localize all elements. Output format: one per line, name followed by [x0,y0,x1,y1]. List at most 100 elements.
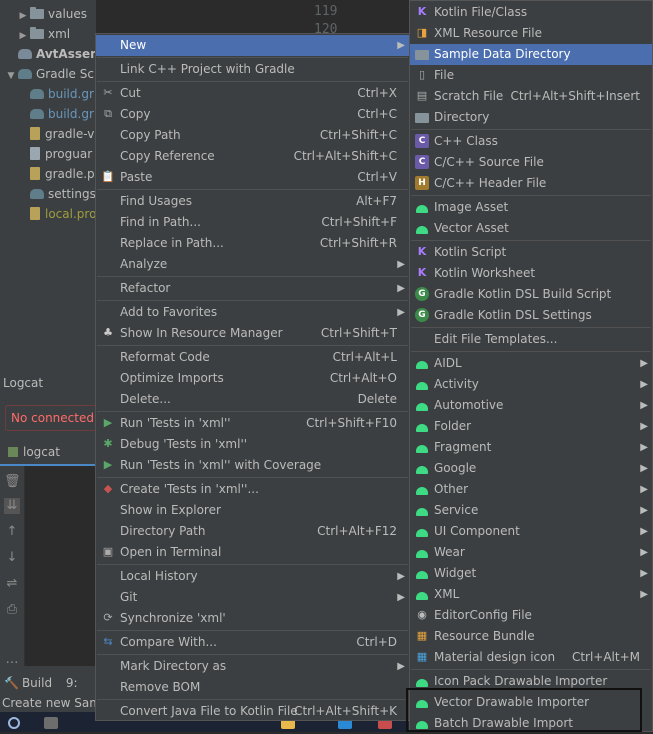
new-item-sample-data-directory[interactable]: Sample Data Directory [410,44,652,65]
menu-item-mark-directory-as[interactable]: Mark Directory as ▶ [96,656,409,677]
menu-item-copy[interactable]: ⧉ Copy Ctrl+C [96,104,409,125]
new-item-kotlin-worksheet[interactable]: K Kotlin Worksheet [410,263,652,284]
task-view-icon[interactable] [44,717,58,729]
android-icon [415,674,429,688]
menu-item-new[interactable]: New ▶ [96,35,409,56]
scratch-file-icon: ▤ [416,89,428,102]
new-item-ui-component[interactable]: UI Component ▶ [410,521,652,542]
menu-item-replace-in-path[interactable]: Replace in Path... Ctrl+Shift+R [96,233,409,254]
new-item-xml-resource-file[interactable]: ◨ XML Resource File [410,23,652,44]
tab-build[interactable]: Build [22,676,52,690]
menu-item-run-tests-in-xml-with-coverage[interactable]: ▶ Run 'Tests in 'xml'' with Coverage [96,455,409,476]
down-arrow-icon[interactable]: ↓ [4,550,20,566]
new-item-automotive[interactable]: Automotive ▶ [410,395,652,416]
new-item-kotlin-file-class[interactable]: K Kotlin File/Class [410,2,652,23]
print-icon[interactable]: ⎙ [4,602,20,618]
expand-icon[interactable]: ▶ [16,26,30,46]
menu-item-paste[interactable]: 📋 Paste Ctrl+V [96,167,409,188]
tree-item[interactable]: local.pro [30,204,96,224]
tree-item[interactable]: proguar [30,144,92,164]
tree-item[interactable]: AvtAssemb [4,44,96,64]
menu-item-open-in-terminal[interactable]: ▣ Open in Terminal [96,542,409,563]
new-item-google[interactable]: Google ▶ [410,458,652,479]
new-item-gradle-kotlin-dsl-settings[interactable]: G Gradle Kotlin DSL Settings [410,305,652,326]
new-item-vector-asset[interactable]: Vector Asset [410,218,652,239]
tree-item[interactable]: gradle.p [30,164,95,184]
new-item-aidl[interactable]: AIDL ▶ [410,353,652,374]
menu-item-label: Link C++ Project with Gradle [120,62,295,76]
tree-item[interactable]: ▼ Gradle Scrip [4,64,96,84]
tab-next[interactable]: 9: [66,676,78,690]
tree-item[interactable]: build.gr [30,84,94,104]
menu-item-remove-bom[interactable]: Remove BOM [96,677,409,698]
new-item-c-c-source-file[interactable]: C C/C++ Source File [410,152,652,173]
menu-item-reformat-code[interactable]: Reformat Code Ctrl+Alt+L [96,347,409,368]
menu-item-delete[interactable]: Delete... Delete [96,389,409,410]
menu-item-convert-java-file-to-kotlin-file[interactable]: Convert Java File to Kotlin File Ctrl+Alt… [96,701,409,722]
new-item-scratch-file[interactable]: ▤ Scratch File Ctrl+Alt+Shift+Insert [410,86,652,107]
new-item-resource-bundle[interactable]: ▦ Resource Bundle [410,626,652,647]
up-arrow-icon[interactable]: ↑ [4,524,20,540]
menu-item-create-tests-in-xml[interactable]: ◆ Create 'Tests in 'xml''... [96,479,409,500]
file-icon: ▯ [418,68,426,81]
new-item-image-asset[interactable]: Image Asset [410,197,652,218]
new-item-edit-file-templates[interactable]: Edit File Templates... [410,329,652,350]
new-item-service[interactable]: Service ▶ [410,500,652,521]
properties-icon [30,127,40,140]
tree-item-label: values [48,7,88,21]
menu-item-add-to-favorites[interactable]: Add to Favorites ▶ [96,302,409,323]
more-icon[interactable]: … [4,652,20,668]
menu-item-find-usages[interactable]: Find Usages Alt+F7 [96,191,409,212]
search-icon[interactable] [8,717,20,729]
new-item-wear[interactable]: Wear ▶ [410,542,652,563]
new-item-file[interactable]: ▯ File [410,65,652,86]
scroll-to-end-icon[interactable]: ⇊ [4,498,20,514]
menu-item-git[interactable]: Git ▶ [96,587,409,608]
menu-item-analyze[interactable]: Analyze ▶ [96,254,409,275]
menu-item-copy-path[interactable]: Copy Path Ctrl+Shift+C [96,125,409,146]
menu-item-shortcut: Ctrl+Alt+L [332,350,397,364]
new-item-folder[interactable]: Folder ▶ [410,416,652,437]
tree-item[interactable]: ▶ xml [20,24,70,44]
menu-item-run-tests-in-xml[interactable]: ▶ Run 'Tests in 'xml'' Ctrl+Shift+F10 [96,413,409,434]
menu-item-find-in-path[interactable]: Find in Path... Ctrl+Shift+F [96,212,409,233]
menu-item-compare-with[interactable]: ⇆ Compare With... Ctrl+D [96,632,409,653]
menu-item-synchronize-xml[interactable]: ⟳ Synchronize 'xml' [96,608,409,629]
new-item-directory[interactable]: Directory [410,107,652,128]
expand-icon[interactable]: ▼ [4,66,18,86]
new-item-material-design-icon[interactable]: ▦ Material design icon Ctrl+Alt+M [410,647,652,668]
menu-item-directory-path[interactable]: Directory Path Ctrl+Alt+F12 [96,521,409,542]
trash-icon[interactable]: 🗑 [4,474,21,490]
tab-logcat[interactable]: logcat [0,440,96,466]
new-item-widget[interactable]: Widget ▶ [410,563,652,584]
new-item-gradle-kotlin-dsl-build-script[interactable]: G Gradle Kotlin DSL Build Script [410,284,652,305]
new-item-xml[interactable]: XML ▶ [410,584,652,605]
menu-item-label: Create 'Tests in 'xml''... [120,482,259,496]
menu-item-local-history[interactable]: Local History ▶ [96,566,409,587]
tree-item[interactable]: ▶ values [20,4,88,24]
new-item-kotlin-script[interactable]: K Kotlin Script [410,242,652,263]
new-item-editorconfig-file[interactable]: ◉ EditorConfig File [410,605,652,626]
new-item-fragment[interactable]: Fragment ▶ [410,437,652,458]
menu-separator [97,477,408,478]
new-item-other[interactable]: Other ▶ [410,479,652,500]
tree-item[interactable]: settings [30,184,96,204]
menu-item-refactor[interactable]: Refactor ▶ [96,278,409,299]
expand-icon[interactable]: ▶ [16,6,30,26]
new-item-c-class[interactable]: C C++ Class [410,131,652,152]
menu-item-copy-reference[interactable]: Copy Reference Ctrl+Alt+Shift+C [96,146,409,167]
tree-item[interactable]: build.gr [30,104,94,124]
log-output[interactable] [25,466,96,666]
menu-item-optimize-imports[interactable]: Optimize Imports Ctrl+Alt+O [96,368,409,389]
menu-item-show-in-explorer[interactable]: Show in Explorer [96,500,409,521]
menu-item-cut[interactable]: ✂ Cut Ctrl+X [96,83,409,104]
menu-item-debug-tests-in-xml[interactable]: ✱ Debug 'Tests in 'xml'' [96,434,409,455]
chevron-right-icon: ▶ [397,283,405,294]
menu-item-shortcut: Ctrl+V [357,170,397,184]
menu-item-link-c-project-with-gradle[interactable]: Link C++ Project with Gradle [96,59,409,80]
soft-wrap-icon[interactable]: ⇌ [4,576,20,592]
new-item-activity[interactable]: Activity ▶ [410,374,652,395]
new-item-c-c-header-file[interactable]: H C/C++ Header File [410,173,652,194]
tree-item[interactable]: gradle-v [30,124,94,144]
menu-item-show-in-resource-manager[interactable]: ♣ Show In Resource Manager Ctrl+Shift+T [96,323,409,344]
